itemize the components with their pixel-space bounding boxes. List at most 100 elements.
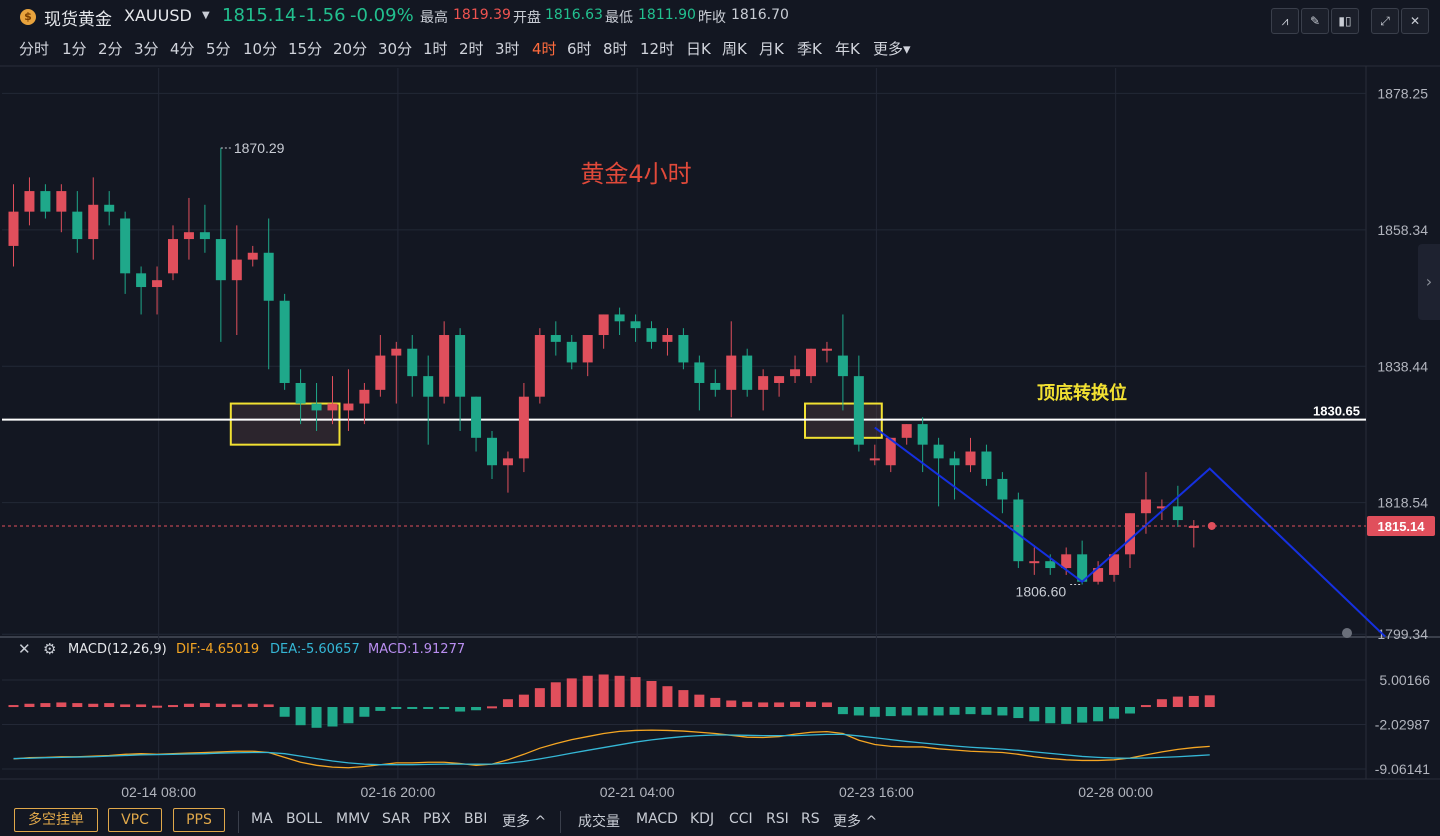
symbol-name[interactable]: 现货黄金 bbox=[44, 5, 112, 30]
macd-histogram-bar bbox=[1093, 707, 1104, 722]
interval-tab[interactable]: 30分 bbox=[378, 38, 412, 59]
macd-histogram-bar bbox=[806, 701, 816, 707]
macd-histogram-bar bbox=[710, 697, 721, 707]
macd-header: ✕ ⚙ MACD(12,26,9) DIF:-4.65019 DEA:-5.60… bbox=[0, 640, 600, 662]
symbol-code[interactable]: XAUUSD bbox=[124, 6, 192, 25]
interval-tab[interactable]: 4分 bbox=[170, 38, 195, 59]
macd-histogram-bar bbox=[8, 705, 19, 708]
candle-body bbox=[821, 348, 832, 351]
prev-close-label: 昨收 bbox=[698, 10, 726, 26]
quote-header: $ 现货黄金 XAUUSD ▼ 1815.14 -1.56 -0.09% 最高 … bbox=[0, 0, 1440, 34]
interval-tab[interactable]: 15分 bbox=[288, 38, 322, 59]
vpc-button[interactable]: VPC bbox=[108, 808, 162, 832]
sub-indicator-item[interactable]: KDJ bbox=[690, 811, 714, 827]
low-value: 1811.90 bbox=[638, 7, 696, 23]
interval-tab[interactable]: 10分 bbox=[243, 38, 277, 59]
main-indicator-item[interactable]: PBX bbox=[423, 811, 451, 827]
macd-histogram-bar bbox=[1045, 707, 1056, 724]
current-price-label: 1815.14 bbox=[1378, 519, 1426, 534]
macd-histogram-bar bbox=[1140, 705, 1151, 708]
interval-tab[interactable]: 4时 bbox=[532, 38, 557, 59]
chart-canvas[interactable]: 1878.25 1858.34 1838.44 1818.54 1799.34 02-14… bbox=[0, 0, 1440, 836]
main-indicator-item[interactable]: SAR bbox=[382, 811, 410, 827]
main-indicator-item[interactable]: BOLL bbox=[286, 811, 322, 827]
interval-tab[interactable]: 月K bbox=[759, 38, 784, 59]
macd-label: MACD(12,26,9) bbox=[68, 642, 167, 657]
long-short-orders-button[interactable]: 多空挂单 bbox=[14, 808, 98, 832]
pencil-icon[interactable]: ✎ bbox=[1301, 8, 1329, 34]
candle-body bbox=[790, 369, 801, 377]
sub-indicator-item[interactable]: MACD bbox=[636, 811, 678, 827]
candle-body bbox=[487, 437, 497, 466]
candle-body bbox=[407, 348, 418, 377]
main-indicator-item[interactable]: MMV bbox=[336, 811, 370, 827]
interval-tab[interactable]: 12时 bbox=[640, 38, 674, 59]
main-indicator-item[interactable]: BBI bbox=[464, 811, 487, 827]
interval-tab[interactable]: 3分 bbox=[134, 38, 159, 59]
close-icon[interactable]: ✕ bbox=[1401, 8, 1429, 34]
gear-icon[interactable]: ⚙ bbox=[43, 640, 56, 658]
line-tool-icon[interactable]: ⩘ bbox=[1271, 8, 1299, 34]
sub-indicator-item[interactable]: 更多 ^ bbox=[833, 811, 877, 831]
pps-button[interactable]: PPS bbox=[173, 808, 225, 832]
interval-tab[interactable]: 5分 bbox=[206, 38, 231, 59]
macd-histogram-bar bbox=[56, 702, 67, 707]
high-label: 最高 bbox=[420, 10, 448, 26]
macd-histogram-bar bbox=[1172, 696, 1183, 707]
sub-indicator-item[interactable]: 成交量 bbox=[578, 811, 620, 831]
interval-tab[interactable]: 年K bbox=[835, 38, 860, 59]
main-indicator-item[interactable]: 更多 ^ bbox=[502, 811, 546, 831]
macd-histogram-bar bbox=[471, 707, 482, 711]
sub-indicator-item[interactable]: RS bbox=[801, 811, 820, 827]
candle-body bbox=[917, 424, 928, 445]
interval-tab[interactable]: 季K bbox=[797, 38, 822, 59]
interval-tab[interactable]: 分时 bbox=[19, 38, 49, 59]
interval-tab[interactable]: 日K bbox=[686, 38, 711, 59]
candle-body bbox=[24, 191, 35, 212]
interval-tab[interactable]: 2时 bbox=[459, 38, 484, 59]
chevron-down-icon[interactable]: ▼ bbox=[202, 10, 210, 21]
macd-histogram-bar bbox=[614, 675, 625, 707]
interval-tab[interactable]: 1时 bbox=[423, 38, 448, 59]
interval-tab[interactable]: 6时 bbox=[567, 38, 592, 59]
chevron-right-icon[interactable]: › bbox=[1418, 244, 1440, 320]
sub-indicator-item[interactable]: RSI bbox=[766, 811, 789, 827]
candle-body bbox=[152, 280, 163, 288]
candle-body bbox=[471, 396, 482, 438]
sub-indicator-item[interactable]: CCI bbox=[729, 811, 753, 827]
candle-body bbox=[1061, 554, 1072, 569]
candles-icon[interactable]: ▮▯ bbox=[1331, 8, 1359, 34]
close-icon[interactable]: ✕ bbox=[18, 640, 31, 658]
interval-tab[interactable]: 1分 bbox=[62, 38, 87, 59]
macd-histogram-bar bbox=[391, 707, 402, 709]
macd-tick-label: 5.00166 bbox=[1379, 672, 1430, 688]
macd-histogram-bar bbox=[837, 707, 848, 715]
interval-tab[interactable]: 20分 bbox=[333, 38, 367, 59]
candle-body bbox=[550, 335, 561, 342]
time-tick-label: 02-21 04:00 bbox=[600, 784, 675, 800]
macd-histogram-bar bbox=[1013, 707, 1024, 719]
expand-icon[interactable]: ⤢ bbox=[1371, 8, 1399, 34]
interval-tab[interactable]: 2分 bbox=[98, 38, 123, 59]
macd-histogram-bar bbox=[487, 706, 497, 709]
macd-histogram-bar bbox=[662, 686, 673, 707]
candle-body bbox=[56, 191, 67, 212]
macd-histogram-bar bbox=[997, 707, 1008, 716]
main-indicator-item[interactable]: MA bbox=[251, 811, 273, 827]
interval-tab[interactable]: 周K bbox=[722, 38, 747, 59]
candle-body bbox=[72, 211, 83, 240]
macd-histogram-bar bbox=[502, 699, 513, 707]
interval-tab[interactable]: 3时 bbox=[495, 38, 520, 59]
macd-histogram-bar bbox=[279, 707, 290, 717]
candle-body bbox=[710, 382, 721, 390]
low-label: 最低 bbox=[605, 10, 633, 26]
macd-histogram-bar bbox=[455, 707, 466, 712]
candle-body bbox=[981, 451, 992, 479]
price-tick-label: 1878.25 bbox=[1377, 85, 1428, 101]
macd-histogram-bar bbox=[1029, 707, 1040, 722]
interval-tab[interactable]: 更多▾ bbox=[873, 38, 911, 59]
candle-body bbox=[231, 259, 242, 281]
interval-tab[interactable]: 8时 bbox=[603, 38, 628, 59]
macd-histogram-bar bbox=[439, 707, 450, 709]
candle-body bbox=[534, 335, 545, 397]
